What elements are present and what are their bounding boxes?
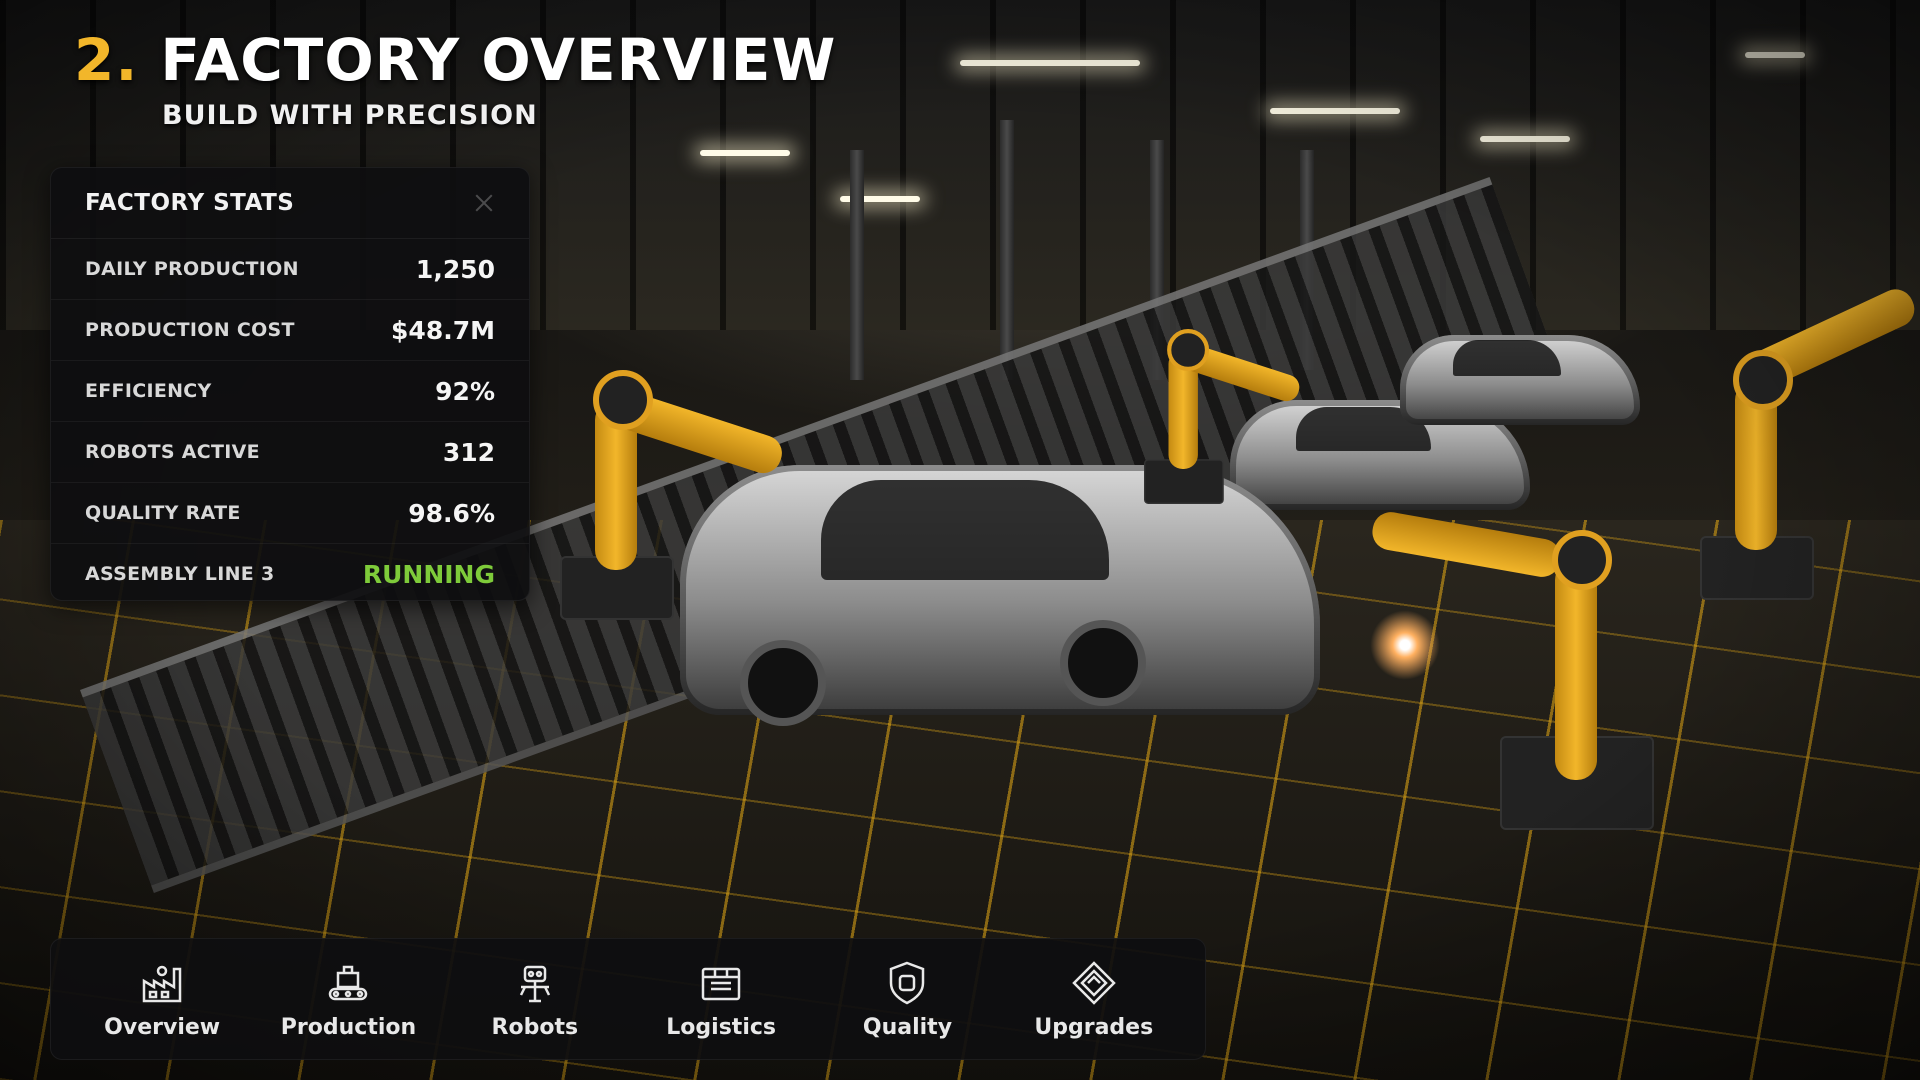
stat-label: ASSEMBLY LINE 3 (85, 563, 275, 585)
stat-value: 92% (435, 376, 495, 406)
panel-header: FACTORY STATS (51, 168, 529, 239)
stat-row-quality-rate: QUALITY RATE 98.6% (51, 483, 529, 544)
page-subtitle: BUILD WITH PRECISION (162, 100, 538, 131)
nav-item-logistics[interactable]: Logistics (636, 959, 806, 1040)
nav-item-production[interactable]: Production (263, 959, 433, 1040)
stat-value: 98.6% (408, 498, 495, 528)
upgrade-icon (1072, 960, 1116, 1005)
stat-value: $48.7M (391, 315, 495, 345)
nav-item-overview[interactable]: Overview (77, 959, 247, 1040)
conveyor-icon (329, 965, 368, 1000)
section-number: 2. (74, 26, 139, 94)
nav-label: Production (280, 1014, 417, 1040)
stat-row-production-cost: PRODUCTION COST $48.7M (51, 300, 529, 361)
title-text: FACTORY OVERVIEW (160, 26, 837, 94)
robot-icon (519, 965, 550, 1002)
page-heading: 2. FACTORY OVERVIEW BUILD WITH PRECISION (74, 28, 836, 131)
nav-label: Quality (862, 1014, 953, 1040)
nav-item-upgrades[interactable]: Upgrades (1009, 959, 1179, 1040)
nav-label: Robots (491, 1014, 579, 1040)
stat-row-robots-active: ROBOTS ACTIVE 312 (51, 422, 529, 483)
bottom-nav: Overview Production Robots Logistics Qua… (50, 938, 1206, 1060)
page-title: 2. FACTORY OVERVIEW (74, 28, 836, 92)
nav-item-quality[interactable]: Quality (822, 959, 992, 1040)
stat-label: EFFICIENCY (85, 380, 212, 402)
panel-title: FACTORY STATS (85, 190, 295, 216)
shield-icon (890, 961, 925, 1004)
nav-label: Overview (104, 1014, 221, 1040)
stat-value: 1,250 (415, 254, 495, 284)
close-icon[interactable] (473, 192, 495, 214)
nav-label: Logistics (666, 1014, 776, 1040)
status-badge: RUNNING (362, 559, 495, 589)
stat-label: PRODUCTION COST (85, 319, 295, 341)
stat-row-daily-production: DAILY PRODUCTION 1,250 (51, 239, 529, 300)
stat-value: 312 (442, 437, 495, 467)
nav-label: Upgrades (1034, 1014, 1154, 1040)
stat-row-assembly-line-3: ASSEMBLY LINE 3 RUNNING (51, 544, 529, 604)
factory-stats-panel: FACTORY STATS DAILY PRODUCTION 1,250 PRO… (50, 167, 530, 601)
stat-label: QUALITY RATE (85, 502, 241, 524)
crate-icon (701, 967, 741, 1000)
nav-item-robots[interactable]: Robots (450, 959, 620, 1040)
stat-label: ROBOTS ACTIVE (85, 441, 260, 463)
stat-label: DAILY PRODUCTION (85, 258, 299, 280)
stat-row-efficiency: EFFICIENCY 92% (51, 361, 529, 422)
factory-icon (142, 965, 182, 1002)
